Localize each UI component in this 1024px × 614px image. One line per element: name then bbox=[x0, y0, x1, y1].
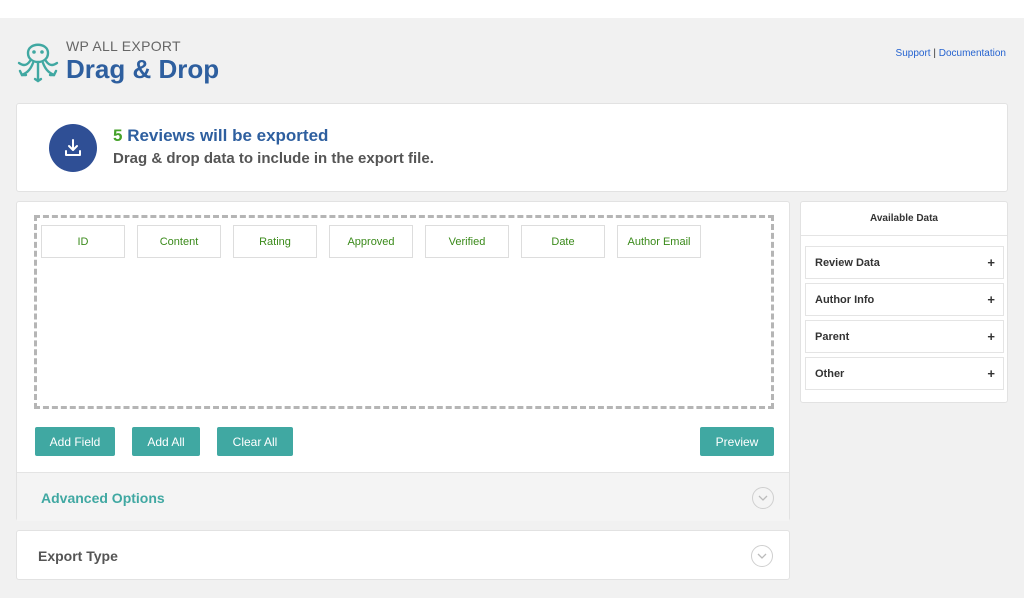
export-builder-card: ID Content Rating Approved Verified Date… bbox=[16, 201, 790, 521]
support-link[interactable]: Support bbox=[896, 48, 931, 59]
advanced-options-label: Advanced Options bbox=[41, 490, 165, 506]
download-icon bbox=[49, 124, 97, 172]
add-field-button[interactable]: Add Field bbox=[35, 427, 115, 456]
chevron-down-icon[interactable] bbox=[751, 545, 773, 567]
plus-icon[interactable]: + bbox=[987, 255, 995, 270]
section-review-data[interactable]: Review Data + bbox=[805, 246, 1004, 279]
section-label: Review Data bbox=[815, 257, 880, 269]
export-type-label: Export Type bbox=[38, 548, 118, 564]
available-data-panel: Available Data Review Data + Author Info… bbox=[800, 201, 1008, 403]
field-chip-content[interactable]: Content bbox=[137, 225, 221, 258]
field-chip-rating[interactable]: Rating bbox=[233, 225, 317, 258]
add-all-button[interactable]: Add All bbox=[132, 427, 200, 456]
plus-icon[interactable]: + bbox=[987, 366, 995, 381]
section-other[interactable]: Other + bbox=[805, 357, 1004, 390]
export-count-text: Reviews will be exported bbox=[122, 126, 329, 145]
field-chip-date[interactable]: Date bbox=[521, 225, 605, 258]
field-chip-id[interactable]: ID bbox=[41, 225, 125, 258]
field-chip-verified[interactable]: Verified bbox=[425, 225, 509, 258]
section-label: Other bbox=[815, 368, 845, 380]
export-type-panel[interactable]: Export Type bbox=[16, 530, 790, 580]
plus-icon[interactable]: + bbox=[987, 329, 995, 344]
section-label: Author Info bbox=[815, 294, 875, 306]
documentation-link[interactable]: Documentation bbox=[939, 48, 1006, 59]
export-instruction: Drag & drop data to include in the expor… bbox=[113, 150, 434, 167]
chevron-down-icon[interactable] bbox=[752, 487, 774, 509]
section-parent[interactable]: Parent + bbox=[805, 320, 1004, 353]
top-links: Support | Documentation bbox=[896, 48, 1006, 59]
advanced-options-panel[interactable]: Advanced Options bbox=[17, 472, 789, 521]
preview-button[interactable]: Preview bbox=[700, 427, 774, 456]
brand-subtitle: WP ALL EXPORT bbox=[66, 38, 181, 54]
plus-icon[interactable]: + bbox=[987, 292, 995, 307]
available-data-title: Available Data bbox=[801, 202, 1007, 236]
clear-all-button[interactable]: Clear All bbox=[217, 427, 293, 456]
app-canvas: WP ALL EXPORT Drag & Drop Support | Docu… bbox=[0, 18, 1024, 598]
export-summary-card: 5 Reviews will be exported Drag & drop d… bbox=[16, 103, 1008, 192]
link-separator: | bbox=[930, 48, 939, 59]
header: WP ALL EXPORT Drag & Drop Support | Docu… bbox=[0, 18, 1024, 98]
octopus-logo-icon bbox=[17, 43, 59, 83]
brand-title: Drag & Drop bbox=[66, 54, 220, 84]
field-chip-author-email[interactable]: Author Email bbox=[617, 225, 701, 258]
section-label: Parent bbox=[815, 331, 850, 343]
drop-zone[interactable]: ID Content Rating Approved Verified Date… bbox=[34, 215, 774, 409]
field-chip-approved[interactable]: Approved bbox=[329, 225, 413, 258]
section-author-info[interactable]: Author Info + bbox=[805, 283, 1004, 316]
export-count-headline: 5 Reviews will be exported bbox=[113, 126, 328, 146]
